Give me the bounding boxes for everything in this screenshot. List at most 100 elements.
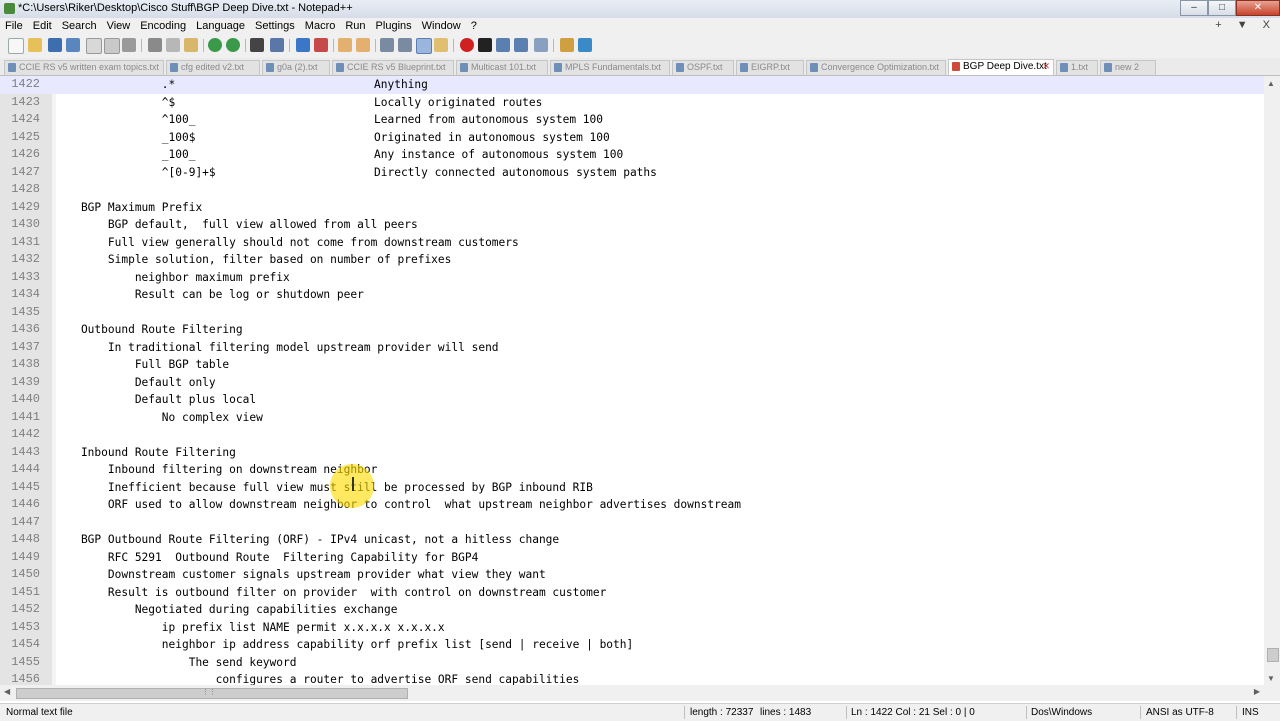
paste-icon[interactable] [184, 38, 198, 52]
tab-ccie-blueprint[interactable]: CCIE RS v5 Blueprint.txt [332, 60, 454, 75]
scroll-up-icon[interactable]: ▲ [1267, 79, 1275, 88]
stop-macro-icon[interactable] [478, 38, 492, 52]
editor-line[interactable]: 1426 _100_ Any instance of autonomous sys… [0, 146, 1264, 164]
editor-line[interactable]: 1438 Full BGP table [0, 356, 1264, 374]
editor-line[interactable]: 1448 BGP Outbound Route Filtering (ORF) … [0, 531, 1264, 549]
editor-line[interactable]: 1450 Downstream customer signals upstrea… [0, 566, 1264, 584]
tab-mpls[interactable]: MPLS Fundamentals.txt [550, 60, 670, 75]
editor-line[interactable]: 1453 ip prefix list NAME permit x.x.x.x … [0, 619, 1264, 637]
editor-line[interactable]: 1449 RFC 5291 Outbound Route Filtering C… [0, 549, 1264, 567]
copy-icon[interactable] [166, 38, 180, 52]
editor-line[interactable]: 1443 Inbound Route Filtering [0, 444, 1264, 462]
editor-line[interactable]: 1437 In traditional filtering model upst… [0, 339, 1264, 357]
menu-help[interactable]: ? [466, 18, 482, 34]
tab-g0a[interactable]: g0a (2).txt [262, 60, 330, 75]
close-tab-icon[interactable]: ✕ [1042, 60, 1050, 73]
editor-line[interactable]: 1441 No complex view [0, 409, 1264, 427]
menu-language[interactable]: Language [191, 18, 250, 34]
run-macro-multiple-icon[interactable] [514, 38, 528, 52]
minimize-button[interactable]: – [1180, 0, 1208, 16]
scroll-right-icon[interactable]: ▶ [1254, 687, 1260, 696]
menu-file[interactable]: File [0, 18, 28, 34]
open-file-icon[interactable] [28, 38, 42, 52]
editor-line[interactable]: 1433 neighbor maximum prefix [0, 269, 1264, 287]
close-all-icon[interactable] [104, 38, 120, 54]
find-icon[interactable] [250, 38, 264, 52]
text-editor[interactable]: 1422 .* Anything 1423 ^$ Locally originated… [0, 76, 1264, 685]
zoom-out-icon[interactable] [314, 38, 328, 52]
menu-search[interactable]: Search [57, 18, 102, 34]
new-file-icon[interactable] [8, 38, 24, 54]
menu-macro[interactable]: Macro [300, 18, 341, 34]
spellcheck-icon[interactable] [578, 38, 592, 52]
editor-line[interactable]: 1452 Negotiated during capabilities exch… [0, 601, 1264, 619]
editor-line[interactable]: 1442 [0, 426, 1264, 444]
editor-line[interactable]: 1432 Simple solution, filter based on nu… [0, 251, 1264, 269]
menu-encoding[interactable]: Encoding [135, 18, 191, 34]
editor-line[interactable]: 1429 BGP Maximum Prefix [0, 199, 1264, 217]
tab-convergence[interactable]: Convergence Optimization.txt [806, 60, 946, 75]
word-wrap-icon[interactable] [380, 38, 394, 52]
editor-line[interactable]: 1430 BGP default, full view allowed from… [0, 216, 1264, 234]
editor-line[interactable]: 1431 Full view generally should not come… [0, 234, 1264, 252]
scroll-left-icon[interactable]: ◀ [4, 687, 10, 696]
vertical-scrollbar[interactable]: ▲ ▼ [1264, 76, 1280, 685]
editor-line[interactable]: 1434 Result can be log or shutdown peer [0, 286, 1264, 304]
editor-line[interactable]: 1444 Inbound filtering on downstream nei… [0, 461, 1264, 479]
sync-horizontal-icon[interactable] [356, 38, 370, 52]
zoom-in-icon[interactable] [296, 38, 310, 52]
editor-line[interactable]: 1455 The send keyword [0, 654, 1264, 672]
scroll-down-icon[interactable]: ▼ [1267, 674, 1275, 683]
editor-line[interactable]: 1423 ^$ Locally originated routes [0, 94, 1264, 112]
tab-multicast[interactable]: Multicast 101.txt [456, 60, 548, 75]
save-all-icon[interactable] [66, 38, 80, 52]
editor-line[interactable]: 1435 [0, 304, 1264, 322]
menu-run[interactable]: Run [340, 18, 370, 34]
editor-line[interactable]: 1427 ^[0-9]+$ Directly connected autonomo… [0, 164, 1264, 182]
tab-eigrp[interactable]: EIGRP.txt [736, 60, 804, 75]
tab-1[interactable]: 1.txt [1056, 60, 1098, 75]
vertical-scroll-thumb[interactable] [1267, 648, 1279, 662]
menu-plugins[interactable]: Plugins [371, 18, 417, 34]
editor-line[interactable]: 1428 [0, 181, 1264, 199]
replace-icon[interactable] [270, 38, 284, 52]
print-icon[interactable] [122, 38, 136, 52]
editor-line[interactable]: 1451 Result is outbound filter on provid… [0, 584, 1264, 602]
close-button[interactable]: ✕ [1236, 0, 1280, 16]
user-language-icon[interactable] [434, 38, 448, 52]
sync-vertical-icon[interactable] [338, 38, 352, 52]
menu-view[interactable]: View [102, 18, 136, 34]
editor-line[interactable]: 1440 Default plus local [0, 391, 1264, 409]
editor-line[interactable]: 1422 .* Anything [0, 76, 1264, 94]
menu-window[interactable]: Window [417, 18, 466, 34]
editor-line[interactable]: 1446 ORF used to allow downstream neighb… [0, 496, 1264, 514]
show-all-chars-icon[interactable] [398, 38, 412, 52]
editor-line[interactable]: 1439 Default only [0, 374, 1264, 392]
editor-line[interactable]: 1424 ^100_ Learned from autonomous system… [0, 111, 1264, 129]
editor-line[interactable]: 1425 _100$ Originated in autonomous syste… [0, 129, 1264, 147]
cut-icon[interactable] [148, 38, 162, 52]
indent-guide-icon[interactable] [416, 38, 432, 54]
horizontal-scrollbar[interactable]: ◀ ⋮⋮ ▶ [0, 685, 1264, 701]
record-macro-icon[interactable] [460, 38, 474, 52]
play-macro-icon[interactable] [496, 38, 510, 52]
menu-doc-controls[interactable]: + ▼ X [1215, 19, 1276, 31]
save-icon[interactable] [48, 38, 62, 52]
tab-bgp-deep-dive[interactable]: BGP Deep Dive.txt ✕ [948, 59, 1054, 75]
tab-ospf[interactable]: OSPF.txt [672, 60, 734, 75]
undo-icon[interactable] [208, 38, 222, 52]
editor-line[interactable]: 1456 configures a router to advertise OR… [0, 671, 1264, 685]
tab-new-2[interactable]: new 2 [1100, 60, 1156, 75]
maximize-button[interactable]: □ [1208, 0, 1236, 16]
plugin-icon[interactable] [560, 38, 574, 52]
editor-line[interactable]: 1436 Outbound Route Filtering [0, 321, 1264, 339]
redo-icon[interactable] [226, 38, 240, 52]
editor-line[interactable]: 1445 Inefficient because full view must … [0, 479, 1264, 497]
menu-settings[interactable]: Settings [250, 18, 300, 34]
editor-line[interactable]: 1447 [0, 514, 1264, 532]
close-file-icon[interactable] [86, 38, 102, 54]
tab-cfg-edited[interactable]: cfg edited v2.txt [166, 60, 260, 75]
editor-line[interactable]: 1454 neighbor ip address capability orf … [0, 636, 1264, 654]
tab-ccie-topics[interactable]: CCIE RS v5 written exam topics.txt [4, 60, 164, 75]
menu-edit[interactable]: Edit [28, 18, 57, 34]
